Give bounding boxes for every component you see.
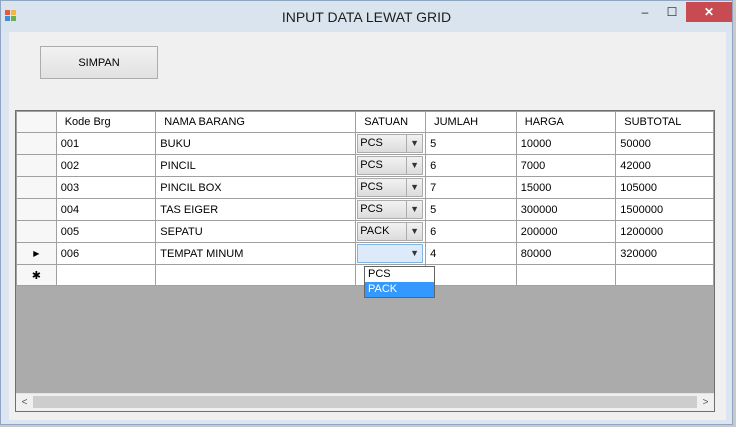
cell-subtotal[interactable]: 42000 (615, 154, 714, 177)
cell-harga[interactable] (515, 264, 617, 286)
combobox-value: PCS (360, 137, 383, 149)
cell-harga[interactable]: 15000 (515, 176, 617, 199)
cell-kode-brg[interactable]: 003 (55, 176, 157, 199)
satuan-combobox[interactable]: PACK ▼ (357, 222, 424, 241)
combobox-value (358, 245, 407, 262)
cell-jumlah[interactable] (425, 264, 517, 286)
minimize-button[interactable]: – (632, 2, 658, 22)
satuan-combobox[interactable]: PCS ▼ (357, 200, 424, 219)
column-header-satuan[interactable]: SATUAN (355, 111, 427, 133)
chevron-down-icon[interactable]: ▼ (406, 201, 422, 218)
data-grid[interactable]: Kode Brg NAMA BARANG SATUAN JUMLAH HARGA… (15, 110, 715, 412)
combobox-value: PCS (360, 159, 383, 171)
dropdown-option-pack[interactable]: PACK (365, 282, 434, 297)
column-header-nama-barang[interactable]: NAMA BARANG (155, 111, 357, 133)
cell-kode-brg[interactable]: 002 (55, 154, 157, 177)
cell-kode-brg[interactable]: 006 (55, 242, 157, 265)
satuan-dropdown-list[interactable]: PCS PACK (364, 266, 435, 298)
table-row[interactable]: 004 TAS EIGER PCS ▼ 5 300000 1500000 (16, 198, 714, 221)
table-row-current[interactable]: ▶ 006 TEMPAT MINUM ▼ 4 80000 320000 (16, 242, 714, 265)
column-header-harga[interactable]: HARGA (515, 111, 617, 133)
simpan-button[interactable]: SIMPAN (40, 46, 158, 79)
satuan-combobox-editing[interactable]: ▼ (357, 244, 424, 263)
cell-satuan[interactable]: ▼ (355, 242, 427, 265)
cell-harga[interactable]: 7000 (515, 154, 617, 177)
combobox-value: PACK (360, 225, 390, 237)
table-row[interactable]: 003 PINCIL BOX PCS ▼ 7 15000 105000 (16, 176, 714, 199)
cell-subtotal[interactable]: 1200000 (615, 220, 714, 243)
maximize-button[interactable]: ☐ (659, 2, 685, 22)
cell-nama-barang[interactable]: TEMPAT MINUM (155, 242, 357, 265)
cell-jumlah[interactable]: 5 (425, 198, 517, 221)
cell-subtotal[interactable]: 320000 (615, 242, 714, 265)
row-header[interactable] (16, 198, 57, 221)
row-header[interactable] (16, 132, 57, 155)
cell-nama-barang[interactable]: SEPATU (155, 220, 357, 243)
cell-nama-barang[interactable]: PINCIL BOX (155, 176, 357, 199)
satuan-combobox[interactable]: PCS ▼ (357, 134, 424, 153)
cell-subtotal[interactable]: 1500000 (615, 198, 714, 221)
satuan-combobox[interactable]: PCS ▼ (357, 178, 424, 197)
cell-harga[interactable]: 300000 (515, 198, 617, 221)
cell-nama-barang[interactable] (155, 264, 357, 286)
scrollbar-thumb[interactable] (33, 396, 697, 408)
chevron-down-icon[interactable]: ▼ (406, 157, 422, 174)
row-header[interactable] (16, 176, 57, 199)
table-row[interactable]: 001 BUKU PCS ▼ 5 10000 50000 (16, 132, 714, 155)
satuan-combobox[interactable]: PCS ▼ (357, 156, 424, 175)
column-header-subtotal[interactable]: SUBTOTAL (615, 111, 714, 133)
column-header-kode-brg[interactable]: Kode Brg (55, 111, 157, 133)
cell-jumlah[interactable]: 4 (425, 242, 517, 265)
cell-kode-brg[interactable]: 004 (55, 198, 157, 221)
cell-satuan[interactable]: PCS ▼ (355, 198, 427, 221)
chevron-down-icon[interactable]: ▼ (407, 245, 422, 262)
row-header[interactable] (16, 154, 57, 177)
cell-jumlah[interactable]: 6 (425, 154, 517, 177)
cell-satuan[interactable]: PCS ▼ (355, 176, 427, 199)
cell-jumlah[interactable]: 6 (425, 220, 517, 243)
cell-satuan[interactable]: PCS ▼ (355, 132, 427, 155)
cell-subtotal[interactable] (615, 264, 714, 286)
chevron-down-icon[interactable]: ▼ (406, 135, 422, 152)
close-button[interactable]: ✕ (686, 2, 732, 22)
grid-table: Kode Brg NAMA BARANG SATUAN JUMLAH HARGA… (16, 111, 714, 286)
form-client-area: SIMPAN Kode Brg NAMA BARANG SATUAN JUMLA… (9, 32, 726, 420)
cell-kode-brg[interactable] (55, 264, 157, 286)
cell-subtotal[interactable]: 50000 (615, 132, 714, 155)
cell-harga[interactable]: 200000 (515, 220, 617, 243)
cell-jumlah[interactable]: 5 (425, 132, 517, 155)
cell-satuan[interactable]: PACK ▼ (355, 220, 427, 243)
dropdown-option-pcs[interactable]: PCS (365, 267, 434, 282)
column-header-jumlah[interactable]: JUMLAH (425, 111, 517, 133)
chevron-down-icon[interactable]: ▼ (406, 179, 422, 196)
horizontal-scrollbar[interactable]: < > (16, 393, 714, 411)
table-row[interactable]: 005 SEPATU PACK ▼ 6 200000 1200000 (16, 220, 714, 243)
cell-nama-barang[interactable]: TAS EIGER (155, 198, 357, 221)
current-row-indicator-icon[interactable]: ▶ (16, 242, 57, 265)
cell-harga[interactable]: 80000 (515, 242, 617, 265)
grid-corner-header[interactable] (16, 111, 57, 133)
scroll-right-icon[interactable]: > (697, 394, 714, 411)
cell-kode-brg[interactable]: 001 (55, 132, 157, 155)
title-bar[interactable]: INPUT DATA LEWAT GRID – ☐ ✕ (1, 1, 732, 33)
cell-satuan[interactable]: PCS ▼ (355, 154, 427, 177)
scroll-left-icon[interactable]: < (16, 394, 33, 411)
cell-kode-brg[interactable]: 005 (55, 220, 157, 243)
combobox-value: PCS (360, 181, 383, 193)
cell-subtotal[interactable]: 105000 (615, 176, 714, 199)
cell-harga[interactable]: 10000 (515, 132, 617, 155)
cell-nama-barang[interactable]: BUKU (155, 132, 357, 155)
table-row[interactable]: 002 PINCIL PCS ▼ 6 7000 42000 (16, 154, 714, 177)
row-header[interactable] (16, 220, 57, 243)
window-title: INPUT DATA LEWAT GRID (281, 9, 452, 25)
combobox-value: PCS (360, 203, 383, 215)
new-row-asterisk-icon[interactable]: ✱ (16, 264, 57, 286)
main-window: INPUT DATA LEWAT GRID – ☐ ✕ SIMPAN Kode … (0, 0, 733, 425)
cell-nama-barang[interactable]: PINCIL (155, 154, 357, 177)
chevron-down-icon[interactable]: ▼ (406, 223, 422, 240)
cell-jumlah[interactable]: 7 (425, 176, 517, 199)
